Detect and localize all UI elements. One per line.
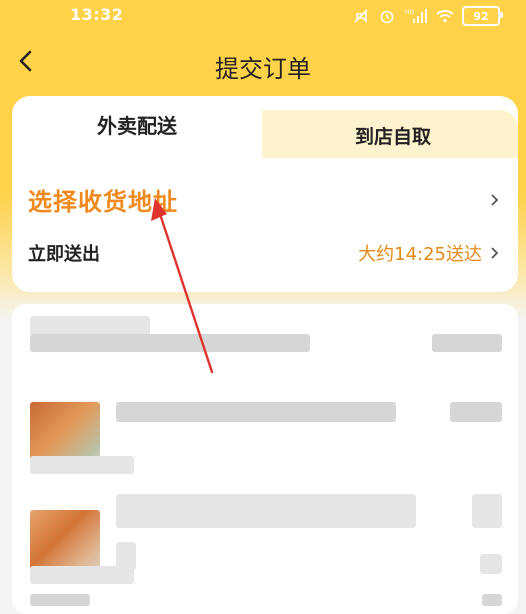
select-address-label: 选择收货地址	[28, 188, 178, 216]
delivery-time-label: 立即送出	[28, 244, 100, 265]
item-detail-placeholder	[480, 554, 502, 574]
navigation-bar: 提交订单	[0, 38, 526, 88]
mute-icon	[352, 8, 370, 24]
svg-text:HD: HD	[405, 9, 415, 16]
store-name-placeholder	[30, 334, 310, 352]
signal-icon: HD	[404, 8, 428, 24]
select-address-row[interactable]: 选择收货地址	[28, 180, 504, 220]
item-price-placeholder	[450, 402, 502, 422]
tab-delivery[interactable]: 外卖配送	[12, 110, 262, 146]
status-bar: 13:32 HD 92	[0, 0, 526, 30]
item-name-placeholder	[116, 494, 416, 528]
food-image-caption	[30, 456, 134, 474]
order-items-card	[12, 304, 518, 614]
status-time: 13:32	[70, 5, 124, 24]
alarm-icon	[378, 8, 396, 24]
delivery-time-row[interactable]: 立即送出 大约14:25送达	[28, 238, 504, 268]
page-title: 提交订单	[215, 55, 311, 83]
tab-pickup-label[interactable]: 到店自取	[268, 122, 518, 152]
store-name-placeholder	[30, 316, 150, 336]
item-name-placeholder	[116, 402, 396, 422]
chevron-right-icon	[490, 245, 500, 259]
status-icons: HD 92	[352, 6, 503, 26]
delivery-time-value: 大约14:25送达	[358, 244, 482, 265]
battery-icon: 92	[462, 6, 503, 26]
chevron-right-icon	[490, 192, 500, 206]
item-price-placeholder	[472, 494, 502, 528]
item-detail-placeholder	[116, 542, 136, 570]
row-placeholder	[482, 594, 502, 606]
row-placeholder	[30, 594, 90, 606]
wifi-icon	[436, 8, 454, 24]
store-meta-placeholder	[432, 334, 502, 352]
